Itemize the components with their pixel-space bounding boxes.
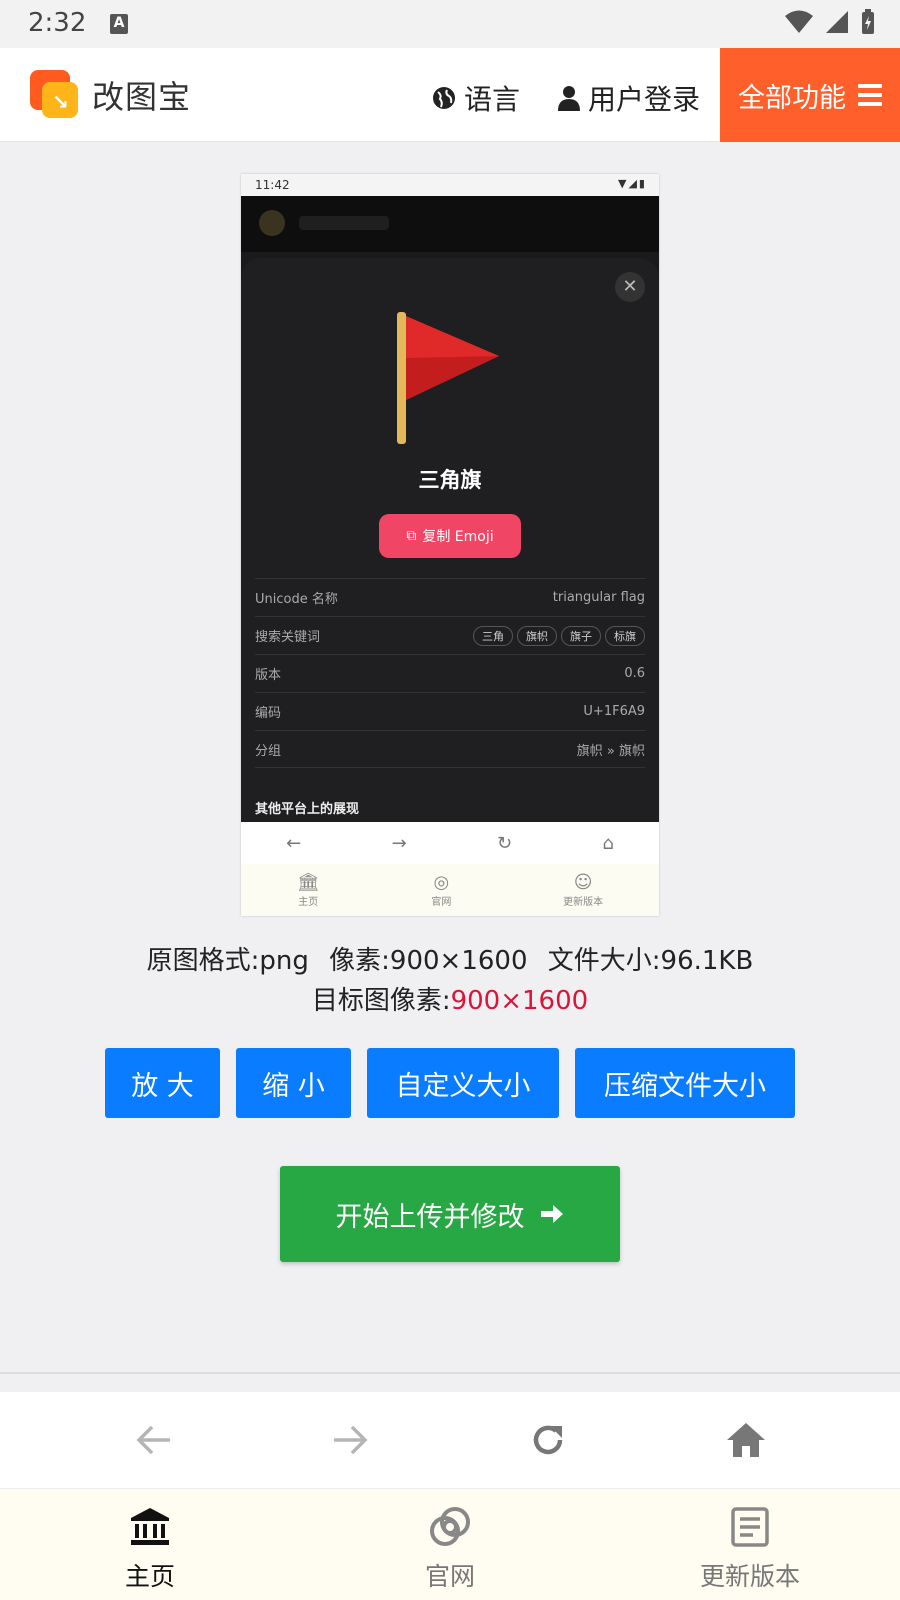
reload-icon[interactable] [518, 1412, 578, 1468]
preview-row: Unicode 名称 triangular flag [255, 578, 645, 616]
rings-icon [370, 1503, 530, 1551]
top-header: ↘ 改图宝 语言 用户登录 全部功能 [0, 48, 900, 142]
tab-home[interactable]: 主页 [70, 1503, 230, 1593]
custom-size-button[interactable]: 自定义大小 [367, 1048, 559, 1118]
all-functions-button[interactable]: 全部功能 [720, 48, 900, 142]
zoom-out-button[interactable]: 缩 小 [236, 1048, 351, 1118]
preview-browser-bar: ← → ↻ ⌂ [241, 822, 659, 864]
upload-label: 开始上传并修改 [335, 1201, 525, 1233]
preview-row-value: 旗帜 » 旗帜 [576, 743, 645, 759]
preview-sheet: ✕ 三角旗 ⧉ 复制 Emoji Unicode 名称 triangular f… [241, 258, 659, 878]
preview-row-label: 分组 [255, 743, 282, 759]
preview-tag: 标旗 [605, 625, 645, 646]
document-icon [670, 1503, 830, 1551]
preview-row-label: 编码 [255, 706, 282, 721]
preview-copy-button: ⧉ 复制 Emoji [379, 514, 521, 558]
preview-row-value: U+1F6A9 [583, 704, 645, 719]
preview-other-platforms: 其他平台上的展现 [255, 802, 360, 817]
arrow-right-icon [540, 1205, 563, 1223]
triangular-flag-icon [397, 312, 499, 444]
preview-row-label: 搜索关键词 [255, 630, 321, 645]
hamburger-icon [858, 84, 882, 106]
pixels-info: 像素:900×1600 [329, 946, 528, 976]
user-icon [558, 86, 580, 111]
home-icon[interactable] [716, 1412, 776, 1468]
preview-tag: 旗帜 [517, 625, 557, 646]
preview-copy-icon: ⧉ [406, 528, 417, 544]
system-icons [784, 8, 876, 36]
format-info: 原图格式:png [146, 946, 309, 976]
bank-icon [70, 1503, 230, 1551]
image-info: 原图格式:png 像素:900×1600 文件大小:96.1KB [0, 940, 900, 977]
divider [0, 1372, 900, 1374]
preview-time: 11:42 [255, 178, 290, 192]
preview-system-icons: ▼◢▮ [618, 177, 647, 190]
preview-topbar [241, 196, 659, 252]
preview-tab: ☺ 更新版本 [563, 872, 604, 908]
back-icon[interactable] [124, 1412, 184, 1468]
preview-row: 分组 旗帜 » 旗帜 [255, 730, 645, 768]
all-functions-label: 全部功能 [738, 82, 846, 114]
preview-tag: 三角 [473, 625, 513, 646]
preview-row-label: 版本 [255, 668, 282, 683]
logo-icon[interactable]: ↘ [30, 70, 80, 120]
preview-tab-bar: 🏛 主页 ◎ 官网 ☺ 更新版本 [241, 864, 659, 916]
filesize-info: 文件大小:96.1KB [547, 946, 754, 976]
login-button[interactable]: 用户登录 [558, 78, 700, 118]
signal-icon [826, 11, 848, 33]
preview-row-value: 0.6 [624, 666, 645, 681]
preview-back-icon: ← [286, 832, 302, 854]
upload-button[interactable]: 开始上传并修改 [280, 1166, 620, 1262]
language-button[interactable]: 语言 [432, 78, 520, 118]
preview-row: 编码 U+1F6A9 [255, 692, 645, 730]
preview-tag: 旗子 [561, 625, 601, 646]
tab-official-site-label: 官网 [424, 1562, 475, 1591]
keyboard-a-icon: A [110, 14, 128, 34]
preview-forward-icon: → [391, 832, 407, 854]
preview-tab: ◎ 官网 [431, 872, 452, 908]
image-preview: 11:42 ▼◢▮ ✕ 三角旗 ⧉ 复制 Emoji Unicode 名称 tr… [241, 174, 659, 916]
target-value: 900×1600 [450, 986, 589, 1016]
preview-row-value: triangular flag [552, 590, 645, 605]
preview-copy-label: 复制 Emoji [422, 529, 494, 545]
status-bar: 2:32 A [0, 0, 900, 48]
bottom-tab-bar: 主页 官网 更新版本 [0, 1488, 900, 1600]
target-info: 目标图像素:900×1600 [0, 980, 900, 1017]
target-label: 目标图像素: [311, 986, 451, 1016]
browser-nav-bar [0, 1392, 900, 1488]
preview-home-icon: ⌂ [602, 832, 614, 854]
tab-official-site[interactable]: 官网 [370, 1503, 530, 1593]
wifi-icon [785, 10, 813, 33]
tab-update-label: 更新版本 [699, 1562, 800, 1591]
preview-row: 搜索关键词 三角 旗帜 旗子 标旗 [255, 616, 645, 654]
compress-button[interactable]: 压缩文件大小 [575, 1048, 795, 1118]
preview-emoji-name: 三角旗 [418, 468, 482, 492]
globe-icon [433, 87, 455, 109]
battery-icon [862, 9, 874, 34]
tab-home-label: 主页 [124, 1562, 175, 1591]
preview-close-icon: ✕ [615, 272, 645, 302]
preview-tab: 🏛 主页 [296, 872, 320, 908]
preview-tags: 三角 旗帜 旗子 标旗 [473, 625, 645, 646]
tab-update[interactable]: 更新版本 [670, 1503, 830, 1593]
login-label: 用户登录 [588, 83, 701, 116]
preview-row-label: Unicode 名称 [255, 592, 338, 607]
preview-row: 版本 0.6 [255, 654, 645, 692]
preview-status-bar: 11:42 ▼◢▮ [241, 174, 659, 196]
preview-reload-icon: ↻ [496, 832, 513, 854]
zoom-in-button[interactable]: 放 大 [105, 1048, 220, 1118]
brand-name[interactable]: 改图宝 [92, 72, 191, 118]
forward-icon[interactable] [320, 1412, 380, 1468]
language-label: 语言 [464, 83, 521, 116]
status-time: 2:32 [28, 8, 87, 38]
